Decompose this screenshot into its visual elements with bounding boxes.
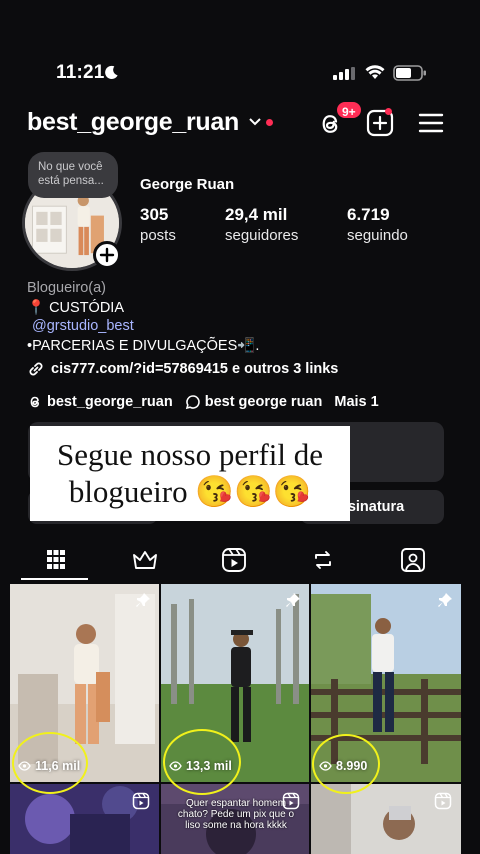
facebook-profile-link[interactable]: best george ruan: [185, 394, 323, 410]
plus-icon: [99, 247, 115, 263]
reel-icon: [434, 792, 452, 810]
pin-icon: [438, 593, 452, 607]
tab-reels[interactable]: [218, 546, 250, 574]
signal-icon: [333, 67, 355, 80]
stat-value: 29,4 mil: [225, 205, 288, 224]
status-bar: 11:21: [0, 58, 480, 88]
status-time: 11:21: [56, 62, 105, 83]
highlight-circle: [312, 734, 380, 794]
create-unread-dot: [385, 108, 392, 115]
stat-value: 305: [140, 205, 169, 224]
reel-icon: [132, 792, 150, 810]
highlight-circle: [12, 732, 88, 794]
stat-following[interactable]: 6.719 seguindo: [347, 205, 408, 244]
bio-location: 📍 CUSTÓDIA: [27, 300, 125, 316]
bio-external-link[interactable]: cis777.com/?id=57869415 e outros 3 links: [27, 360, 338, 378]
highlight-circle: [163, 729, 241, 795]
display-name: George Ruan: [140, 176, 235, 193]
hamburger-menu-icon[interactable]: [418, 110, 444, 136]
social-links-row: best_george_ruan best george ruan Mais 1: [27, 392, 391, 412]
more-links[interactable]: Mais 1: [334, 394, 378, 410]
caption-overlay: Segue nosso perfil de blogueiro 😘😘😘: [30, 426, 350, 521]
grid-post[interactable]: Quer espantar homem chato? Pede um pix q…: [161, 784, 309, 854]
note-line: está pensa...: [38, 175, 104, 187]
bio-mention-link[interactable]: @grstudio_best: [32, 318, 134, 334]
overlay-line: blogueiro 😘😘😘: [68, 474, 312, 509]
bio-category: Blogueiro(a): [27, 280, 106, 296]
reel-icon: [282, 792, 300, 810]
tab-subscriptions[interactable]: [129, 546, 161, 574]
moon-icon: [105, 65, 118, 79]
pin-icon: [136, 593, 150, 607]
note-bubble[interactable]: No que você está pensa...: [28, 152, 118, 198]
pin-icon: [286, 593, 300, 607]
stat-label: seguidores: [225, 227, 299, 244]
bio-text: •PARCERIAS E DIVULGAÇÕES📲.: [27, 338, 260, 354]
chat-bubble-icon: [185, 395, 200, 410]
threads-profile-link[interactable]: best_george_ruan: [27, 394, 173, 410]
link-icon: [29, 362, 43, 376]
caption-line: liso some na hora kkkk: [185, 820, 287, 831]
stat-label: posts: [140, 227, 176, 244]
wifi-icon: [365, 65, 385, 79]
add-story-button[interactable]: [93, 241, 121, 269]
tab-grid[interactable]: [40, 546, 72, 574]
social-link-label: best george ruan: [204, 394, 323, 410]
tab-reposts[interactable]: [307, 546, 339, 574]
grid-post[interactable]: [10, 784, 159, 854]
stat-label: seguindo: [347, 227, 408, 244]
caption-line: chato? Pede um pix que o: [177, 809, 295, 820]
stat-value: 6.719: [347, 205, 390, 224]
overlay-line: Segue nosso perfil de: [56, 437, 324, 472]
stat-posts[interactable]: 305 posts: [140, 205, 176, 244]
bio-link-text: cis777.com/?id=57869415 e outros 3 links: [51, 361, 339, 377]
social-link-label: best_george_ruan: [47, 394, 173, 410]
username-switcher[interactable]: best_george_ruan: [27, 108, 239, 137]
grid-post[interactable]: [311, 784, 461, 854]
battery-icon: [393, 65, 426, 81]
profile-header: best_george_ruan 9+: [0, 100, 480, 144]
content-tabs: [0, 540, 480, 582]
notification-badge: 9+: [335, 100, 363, 120]
note-line: No que você: [38, 161, 103, 173]
threads-icon: [30, 396, 40, 408]
posts-grid: 11,6 mil 13,3 mil 8.990 Quer espantar ho…: [10, 584, 461, 854]
tab-tagged[interactable]: [397, 546, 429, 574]
stat-followers[interactable]: 29,4 mil seguidores: [225, 205, 298, 244]
unread-dot: [266, 119, 273, 126]
active-tab-indicator: [21, 578, 88, 580]
chevron-down-icon[interactable]: [249, 118, 261, 126]
